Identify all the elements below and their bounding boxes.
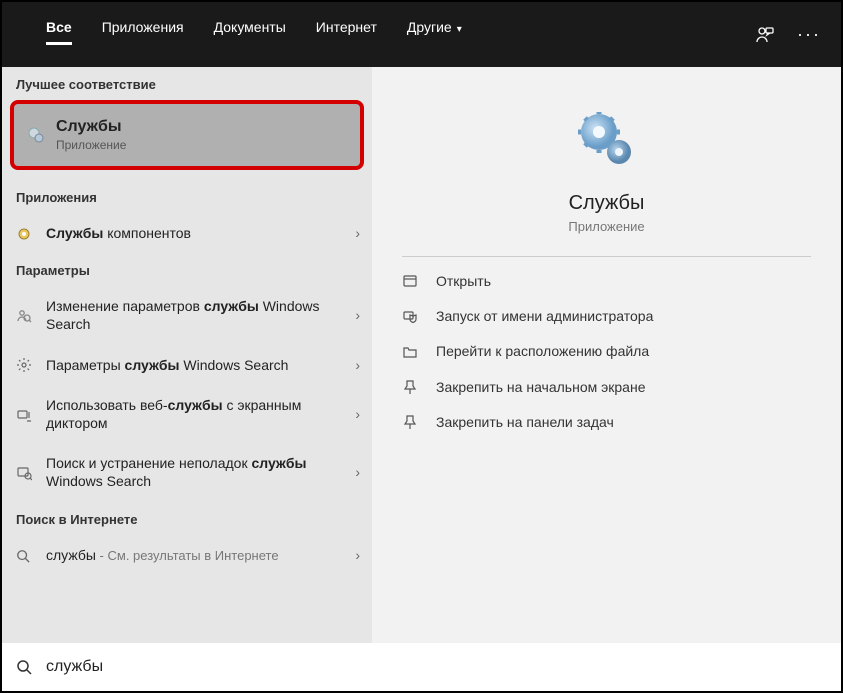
- section-apps: Приложения: [2, 180, 372, 213]
- setting-result-label: Параметры службы Windows Search: [46, 356, 355, 374]
- setting-result[interactable]: Параметры службы Windows Search ›: [2, 345, 372, 385]
- web-result[interactable]: службы - См. результаты в Интернете ›: [2, 535, 372, 576]
- gear-outline-icon: [16, 356, 46, 373]
- chevron-right-icon: ›: [355, 464, 360, 480]
- divider: [402, 256, 811, 257]
- action-label: Перейти к расположению файла: [436, 343, 649, 359]
- app-result[interactable]: Службы компонентов ›: [2, 213, 372, 253]
- narrator-icon: [16, 405, 46, 422]
- action-open[interactable]: Открыть: [402, 263, 811, 298]
- troubleshoot-icon: [16, 464, 46, 481]
- chevron-right-icon: ›: [355, 307, 360, 323]
- search-icon: [16, 658, 32, 676]
- action-label: Закрепить на начальном экране: [436, 379, 646, 395]
- folder-icon: [402, 343, 436, 360]
- action-label: Открыть: [436, 273, 491, 289]
- web-result-label: службы - См. результаты в Интернете: [46, 546, 355, 565]
- action-pin-start[interactable]: Закрепить на начальном экране: [402, 369, 811, 404]
- tab-more[interactable]: Другие▾: [393, 13, 476, 57]
- best-match-item[interactable]: Службы Приложение: [10, 100, 364, 170]
- app-result-label: Службы компонентов: [46, 224, 355, 242]
- action-run-admin[interactable]: Запуск от имени администратора: [402, 298, 811, 333]
- gear-icon: [26, 125, 56, 145]
- chevron-right-icon: ›: [355, 357, 360, 373]
- setting-result-label: Использовать веб-службы с экранным дикто…: [46, 396, 355, 432]
- open-icon: [402, 272, 436, 289]
- setting-result[interactable]: Изменение параметров службы Windows Sear…: [2, 286, 372, 344]
- action-label: Запуск от имени администратора: [436, 308, 653, 324]
- shield-icon: [402, 307, 436, 324]
- chevron-right-icon: ›: [355, 547, 360, 563]
- chevron-right-icon: ›: [355, 406, 360, 422]
- magnify-person-icon: [16, 307, 46, 324]
- setting-result[interactable]: Использовать веб-службы с экранным дикто…: [2, 385, 372, 443]
- section-settings: Параметры: [2, 253, 372, 286]
- person-chat-icon: [755, 25, 775, 45]
- preview-title: Службы: [402, 192, 811, 215]
- component-services-icon: [16, 224, 46, 241]
- more-options-icon[interactable]: ···: [787, 24, 831, 45]
- search-input[interactable]: [46, 658, 827, 676]
- setting-result[interactable]: Поиск и устранение неполадок службы Wind…: [2, 443, 372, 501]
- chevron-down-icon: ▾: [457, 24, 462, 35]
- preview-subtitle: Приложение: [402, 219, 811, 234]
- header-tabs: Все Приложения Документы Интернет Другие…: [2, 2, 841, 67]
- services-icon: [577, 112, 637, 172]
- search-icon: [16, 547, 46, 563]
- best-match-subtitle: Приложение: [56, 138, 126, 152]
- pin-icon: [402, 378, 436, 395]
- pin-icon: [402, 413, 436, 430]
- search-bar[interactable]: [2, 643, 841, 691]
- feedback-icon[interactable]: [745, 24, 785, 45]
- action-pin-taskbar[interactable]: Закрепить на панели задач: [402, 404, 811, 439]
- action-open-location[interactable]: Перейти к расположению файла: [402, 334, 811, 369]
- preview-panel: Службы Приложение Открыть Запуск от имен…: [372, 67, 841, 645]
- setting-result-label: Изменение параметров службы Windows Sear…: [46, 297, 355, 333]
- best-match-title: Службы: [56, 118, 126, 136]
- section-web: Поиск в Интернете: [2, 502, 372, 535]
- tab-all[interactable]: Все: [32, 13, 86, 57]
- tab-documents[interactable]: Документы: [200, 13, 300, 57]
- preview-app-icon: [402, 97, 811, 192]
- setting-result-label: Поиск и устранение неполадок службы Wind…: [46, 454, 355, 490]
- results-panel: Лучшее соответствие Службы Приложение Пр…: [2, 67, 372, 645]
- tab-internet[interactable]: Интернет: [302, 13, 391, 57]
- chevron-right-icon: ›: [355, 225, 360, 241]
- action-label: Закрепить на панели задач: [436, 414, 614, 430]
- tab-apps[interactable]: Приложения: [88, 13, 198, 57]
- section-best-match: Лучшее соответствие: [2, 67, 372, 100]
